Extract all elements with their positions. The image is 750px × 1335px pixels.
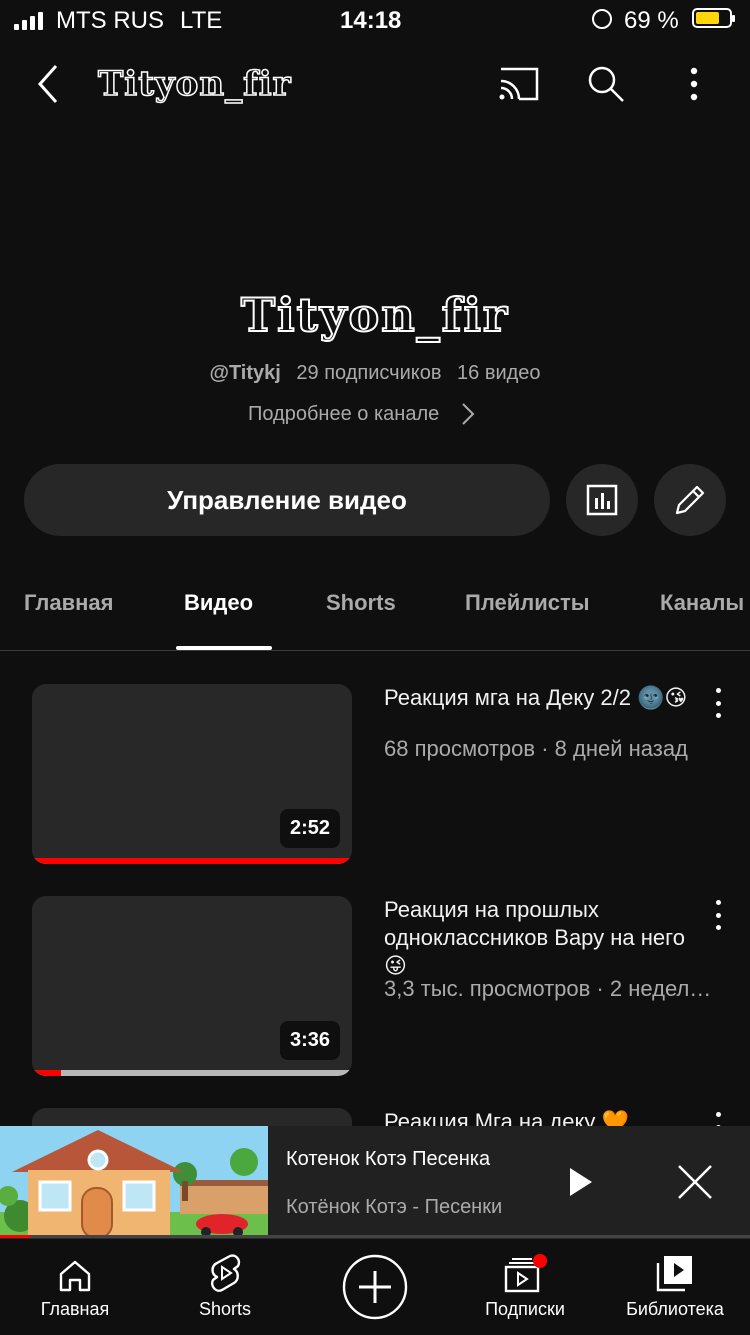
library-icon bbox=[655, 1239, 695, 1299]
watch-progress-fill bbox=[32, 1070, 61, 1076]
nav-library[interactable]: Библиотека bbox=[600, 1239, 750, 1335]
signal-icon bbox=[14, 12, 43, 30]
tab-channels[interactable]: Каналы bbox=[660, 590, 744, 616]
video-more-icon[interactable] bbox=[706, 900, 730, 930]
nav-home[interactable]: Главная bbox=[0, 1239, 150, 1335]
video-more-icon[interactable] bbox=[706, 688, 730, 718]
video-title[interactable]: Реакция на прошлых одноклассников Вару н… bbox=[384, 896, 704, 980]
active-tab-indicator bbox=[176, 646, 272, 650]
video-meta: 3,3 тыс. просмотров · 2 недели назад bbox=[384, 976, 720, 1001]
mini-player[interactable]: Котенок Котэ Песенка Котёнок Котэ - Песе… bbox=[0, 1126, 750, 1238]
channel-meta: @Titykj 29 подписчиков 16 видео bbox=[0, 362, 750, 385]
video-duration: 2:52 bbox=[279, 809, 340, 848]
edit-pencil-icon bbox=[675, 485, 705, 515]
more-vertical-icon[interactable] bbox=[674, 62, 714, 106]
page-title: Tityon_fir bbox=[97, 63, 292, 105]
subscriptions-icon bbox=[502, 1239, 548, 1299]
channel-name: Tityon_fir bbox=[240, 287, 510, 343]
analytics-icon bbox=[586, 484, 618, 516]
nav-label: Главная bbox=[40, 1299, 110, 1319]
edit-channel-button[interactable] bbox=[654, 464, 726, 536]
mini-player-channel: Котёнок Котэ - Песенки bbox=[286, 1196, 503, 1218]
nav-label: Shorts bbox=[198, 1299, 252, 1319]
top-bar: Tityon_fir bbox=[0, 48, 750, 120]
analytics-button[interactable] bbox=[566, 464, 638, 536]
nav-subscriptions[interactable]: Подписки bbox=[450, 1239, 600, 1335]
video-thumbnail[interactable]: 2:52 bbox=[32, 684, 352, 864]
video-duration: 3:36 bbox=[279, 1021, 340, 1060]
chevron-right-icon bbox=[462, 403, 475, 425]
channel-tabs: Главная Видео Shorts Плейлисты Каналы bbox=[0, 570, 750, 651]
channel-handle: @Titykj bbox=[209, 362, 281, 384]
video-title[interactable]: Реакция мга на Деку 2/2 🌚😘 bbox=[384, 684, 704, 712]
manage-videos-button[interactable]: Управление видео bbox=[24, 464, 550, 536]
status-bar: MTS RUS LTE 14:18 69 % bbox=[0, 0, 750, 40]
battery-icon bbox=[692, 8, 735, 28]
watch-progress-bar bbox=[32, 1070, 352, 1076]
search-icon[interactable] bbox=[584, 62, 628, 106]
video-thumbnail[interactable]: 3:36 bbox=[32, 896, 352, 1076]
watch-progress-fill bbox=[32, 858, 352, 864]
video-item[interactable]: 2:52 Реакция мга на Деку 2/2 🌚😘 68 просм… bbox=[0, 684, 750, 864]
shorts-icon bbox=[208, 1239, 242, 1299]
clock: 14:18 bbox=[340, 7, 402, 34]
home-icon bbox=[58, 1239, 92, 1299]
nav-create[interactable] bbox=[300, 1239, 450, 1335]
video-meta: 68 просмотров · 8 дней назад bbox=[384, 736, 688, 761]
channel-about-link[interactable]: Подробнее о канале bbox=[248, 402, 475, 426]
video-count: 16 видео bbox=[457, 362, 541, 384]
nav-shorts[interactable]: Shorts bbox=[150, 1239, 300, 1335]
play-icon[interactable] bbox=[556, 1160, 606, 1204]
video-item[interactable]: 3:36 Реакция на прошлых одноклассников В… bbox=[0, 896, 750, 1076]
tab-home[interactable]: Главная bbox=[24, 590, 113, 616]
tab-shorts[interactable]: Shorts bbox=[326, 590, 396, 616]
back-icon[interactable] bbox=[28, 62, 68, 106]
channel-about-label: Подробнее о канале bbox=[248, 402, 440, 425]
carrier-label: MTS RUS bbox=[56, 7, 164, 34]
nav-label: Подписки bbox=[485, 1299, 565, 1319]
mini-player-title[interactable]: Котенок Котэ Песенка bbox=[286, 1148, 536, 1171]
watch-progress-bar bbox=[32, 858, 352, 864]
rotation-lock-icon bbox=[592, 9, 612, 29]
network-label: LTE bbox=[180, 7, 223, 34]
tab-videos[interactable]: Видео bbox=[184, 590, 253, 616]
cast-icon[interactable] bbox=[496, 62, 540, 106]
nav-label: Библиотека bbox=[626, 1299, 724, 1319]
battery-percent: 69 % bbox=[624, 7, 679, 34]
create-plus-icon bbox=[342, 1239, 408, 1335]
mini-player-thumbnail[interactable] bbox=[0, 1126, 268, 1238]
tab-playlists[interactable]: Плейлисты bbox=[465, 590, 590, 616]
bottom-navigation: Главная Shorts Подписки Библиотека bbox=[0, 1238, 750, 1335]
close-icon[interactable] bbox=[670, 1160, 720, 1204]
subscriber-count: 29 подписчиков bbox=[296, 362, 442, 384]
